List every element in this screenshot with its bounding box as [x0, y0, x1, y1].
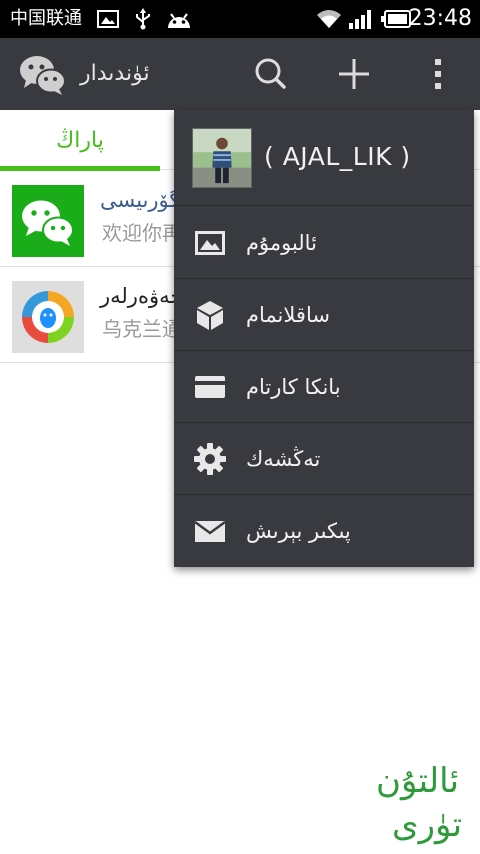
- menu-item-bank-card[interactable]: بانكا كارتام: [174, 351, 474, 423]
- usb-icon: [136, 8, 150, 30]
- app-title: ئۈندىدار: [80, 61, 150, 86]
- chat-preview: 乌克兰通: [102, 317, 182, 341]
- photo-album-icon: [195, 231, 225, 255]
- chat-preview: 欢迎你再: [102, 221, 182, 245]
- tab-chats[interactable]: پاراڭ: [0, 110, 160, 171]
- plus-icon[interactable]: [330, 50, 378, 98]
- svg-text:ئالتۇن: ئالتۇن: [376, 761, 459, 801]
- qq-news-avatar: [12, 281, 84, 353]
- action-bar: ئۈندىدار: [0, 38, 480, 110]
- android-debug-icon: [168, 13, 190, 28]
- menu-profile-row[interactable]: ( AJAL_LIK ): [174, 110, 474, 206]
- carrier-name: 中国联通: [10, 8, 82, 29]
- chat-name: خەۋەرلەر: [100, 284, 184, 308]
- menu-item-album[interactable]: ئالبومۇم: [174, 207, 474, 279]
- feedback-mail-icon: [194, 520, 226, 542]
- bank-card-icon: [195, 376, 225, 398]
- search-icon[interactable]: [246, 50, 294, 98]
- wifi-icon: [317, 10, 341, 28]
- menu-item-label: ئالبومۇم: [246, 231, 317, 255]
- menu-item-label: پىكىر بېرىش: [246, 519, 351, 543]
- clock: 23:48: [408, 6, 472, 31]
- gallery-notification-icon: [97, 10, 119, 28]
- menu-item-label: بانكا كارتام: [246, 375, 341, 399]
- wechat-logo-icon: [20, 56, 66, 95]
- avatar: [192, 128, 252, 188]
- wechat-team-avatar: [12, 185, 84, 257]
- menu-username: ( AJAL_LIK ): [264, 142, 411, 171]
- calligraphy-logo: ئالتۇن تۈرى: [376, 761, 462, 845]
- status-bar: 中国联通 23:48: [0, 0, 480, 38]
- menu-item-label: تەڭشەك: [246, 447, 321, 471]
- menu-item-label: ساقلانمام: [246, 303, 330, 327]
- settings-gear-icon: [194, 443, 226, 475]
- screen: 中国联通 23:48 ئۈندىدار پاراڭ گۆرىيسى 欢迎你再 خ…: [0, 0, 480, 854]
- menu-item-feedback[interactable]: پىكىر بېرىش: [174, 495, 474, 567]
- menu-item-favorites[interactable]: ساقلانمام: [174, 279, 474, 351]
- signal-icon: [349, 10, 371, 29]
- chat-name: گۆرىيسى: [100, 188, 180, 212]
- favorites-box-icon: [197, 301, 223, 330]
- battery-icon: [381, 10, 411, 28]
- svg-text:تۈرى: تۈرى: [392, 805, 462, 845]
- menu-item-settings[interactable]: تەڭشەك: [174, 423, 474, 495]
- tab-label: پاراڭ: [56, 128, 104, 153]
- overflow-dropdown-menu: ( AJAL_LIK ) ئالبومۇم ساقلانمام بانكا كا…: [174, 110, 474, 567]
- overflow-menu-icon[interactable]: [414, 50, 462, 98]
